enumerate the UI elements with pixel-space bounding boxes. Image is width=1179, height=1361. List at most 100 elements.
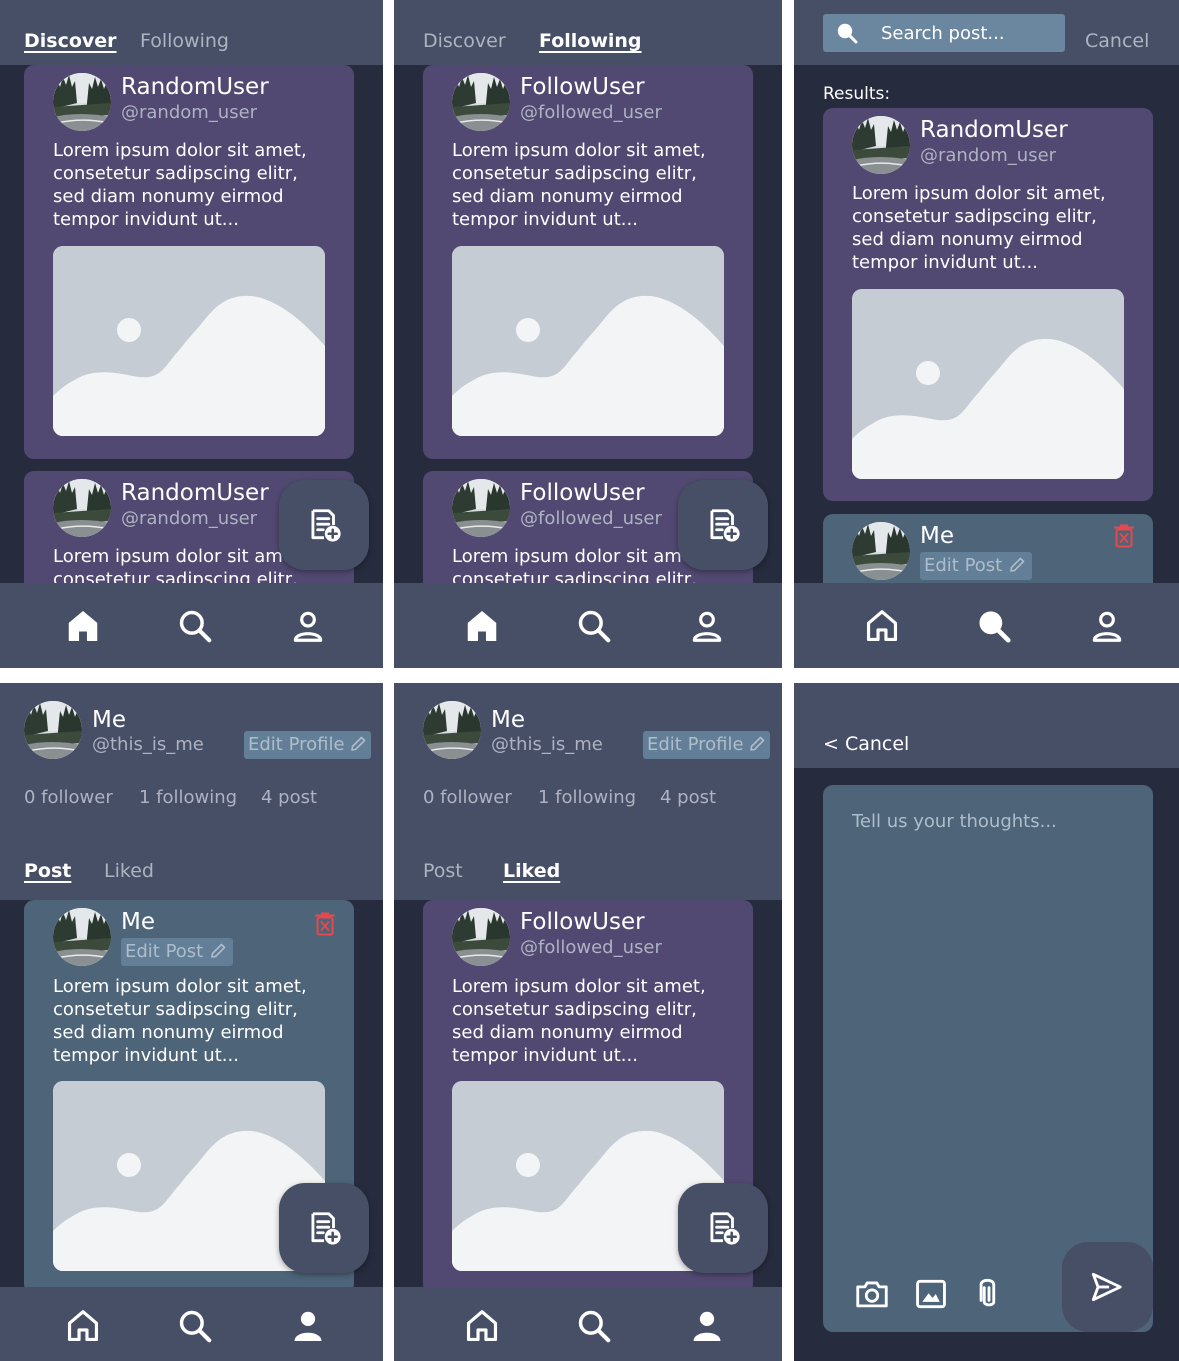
post-count: 4 post (660, 787, 717, 808)
post-card[interactable]: FollowUser @followed_user Lorem ipsum do… (423, 65, 753, 459)
cancel-search-button[interactable]: Cancel (1085, 30, 1149, 52)
tab-post[interactable]: Post (423, 860, 463, 882)
post-textarea[interactable] (852, 811, 1132, 1231)
search-icon[interactable] (176, 1307, 214, 1345)
tab-discover[interactable]: Discover (423, 30, 506, 52)
post-count: 4 post (261, 787, 318, 808)
post-username[interactable]: RandomUser (920, 117, 1068, 143)
cancel-compose-button[interactable]: < Cancel (823, 733, 909, 755)
search-screen: Cancel Results: RandomUser @random_user … (794, 0, 1179, 668)
new-post-button[interactable] (279, 480, 369, 570)
post-username[interactable]: RandomUser (121, 480, 269, 506)
search-bar[interactable] (823, 14, 1065, 52)
person-icon[interactable] (1088, 607, 1126, 645)
post-username[interactable]: Me (121, 909, 155, 935)
avatar[interactable] (452, 479, 510, 537)
person-icon[interactable] (289, 1307, 327, 1345)
compose-header: < Cancel (794, 683, 1179, 768)
new-post-button[interactable] (678, 480, 768, 570)
post-image[interactable] (53, 246, 325, 436)
person-icon[interactable] (688, 607, 726, 645)
avatar[interactable] (423, 701, 481, 759)
paperclip-icon[interactable] (970, 1275, 1008, 1313)
send-button[interactable] (1062, 1242, 1153, 1332)
post-username[interactable]: RandomUser (121, 74, 269, 100)
avatar[interactable] (452, 73, 510, 131)
discover-feed-screen: Discover Following RandomUser @random_us… (0, 0, 383, 668)
new-post-button[interactable] (279, 1183, 369, 1273)
avatar[interactable] (452, 908, 510, 966)
home-icon[interactable] (463, 607, 501, 645)
profile-header: Me @this_is_me Edit Profile 0 follower 1… (0, 683, 383, 900)
avatar[interactable] (852, 522, 910, 580)
bottom-nav (394, 1287, 782, 1361)
new-post-button[interactable] (678, 1183, 768, 1273)
edit-profile-button[interactable]: Edit Profile (643, 731, 770, 759)
new-post-icon (704, 506, 742, 544)
post-text: Lorem ipsum dolor sit amet, consetetur s… (452, 140, 706, 230)
avatar[interactable] (24, 701, 82, 759)
post-text: Lorem ipsum dolor sit amet, consetetur s… (452, 976, 706, 1066)
edit-profile-button[interactable]: Edit Profile (244, 731, 371, 759)
image-icon[interactable] (912, 1275, 950, 1313)
home-icon[interactable] (863, 607, 901, 645)
compose-box (823, 785, 1153, 1332)
following-count[interactable]: 1 following (538, 787, 636, 808)
home-icon[interactable] (64, 1307, 102, 1345)
post-image[interactable] (852, 289, 1124, 479)
avatar[interactable] (53, 73, 111, 131)
pencil-icon (209, 942, 227, 960)
post-handle: @random_user (121, 102, 258, 123)
post-card[interactable]: RandomUser @random_user Lorem ipsum dolo… (24, 65, 354, 459)
avatar[interactable] (53, 479, 111, 537)
edit-post-button[interactable]: Edit Post (121, 938, 234, 966)
follower-count[interactable]: 0 follower (423, 787, 512, 808)
post-card[interactable]: RandomUser @random_user Lorem ipsum dolo… (823, 108, 1153, 501)
following-feed-screen: Discover Following FollowUser @followed_… (394, 0, 782, 668)
person-icon[interactable] (688, 1307, 726, 1345)
tab-following[interactable]: Following (539, 30, 642, 52)
search-input[interactable] (881, 14, 1061, 52)
profile-header: Me @this_is_me Edit Profile 0 follower 1… (394, 683, 782, 900)
new-post-icon (704, 1209, 742, 1247)
home-icon[interactable] (463, 1307, 501, 1345)
post-username[interactable]: Me (920, 523, 954, 549)
avatar[interactable] (53, 908, 111, 966)
new-post-icon (305, 506, 343, 544)
follower-count[interactable]: 0 follower (24, 787, 113, 808)
home-icon[interactable] (64, 607, 102, 645)
bottom-nav (794, 583, 1179, 668)
tab-post[interactable]: Post (24, 860, 71, 882)
post-handle: @followed_user (520, 102, 662, 123)
pencil-icon (349, 735, 367, 753)
edit-post-button[interactable]: Edit Post (920, 552, 1033, 580)
send-icon (1087, 1268, 1125, 1306)
search-icon[interactable] (575, 1307, 613, 1345)
post-handle: @random_user (121, 508, 258, 529)
following-count[interactable]: 1 following (139, 787, 237, 808)
feed-header: Discover Following (0, 0, 383, 65)
trash-icon[interactable] (1113, 524, 1135, 548)
post-image[interactable] (452, 246, 724, 436)
tab-liked[interactable]: Liked (503, 860, 560, 882)
post-username[interactable]: FollowUser (520, 909, 645, 935)
tab-liked[interactable]: Liked (104, 860, 154, 882)
pencil-icon (748, 735, 766, 753)
profile-handle: @this_is_me (92, 734, 204, 755)
post-username[interactable]: FollowUser (520, 480, 645, 506)
post-username[interactable]: FollowUser (520, 74, 645, 100)
trash-icon[interactable] (314, 912, 336, 936)
tab-following[interactable]: Following (140, 30, 229, 52)
tab-discover[interactable]: Discover (24, 30, 117, 52)
search-icon[interactable] (575, 607, 613, 645)
profile-name: Me (491, 707, 525, 733)
avatar[interactable] (852, 116, 910, 174)
camera-icon[interactable] (853, 1275, 891, 1313)
search-icon[interactable] (176, 607, 214, 645)
new-post-icon (305, 1209, 343, 1247)
edit-post-label: Edit Post (125, 941, 204, 962)
search-header: Cancel (794, 0, 1179, 65)
search-icon[interactable] (975, 607, 1013, 645)
person-icon[interactable] (289, 607, 327, 645)
post-handle: @followed_user (520, 937, 662, 958)
